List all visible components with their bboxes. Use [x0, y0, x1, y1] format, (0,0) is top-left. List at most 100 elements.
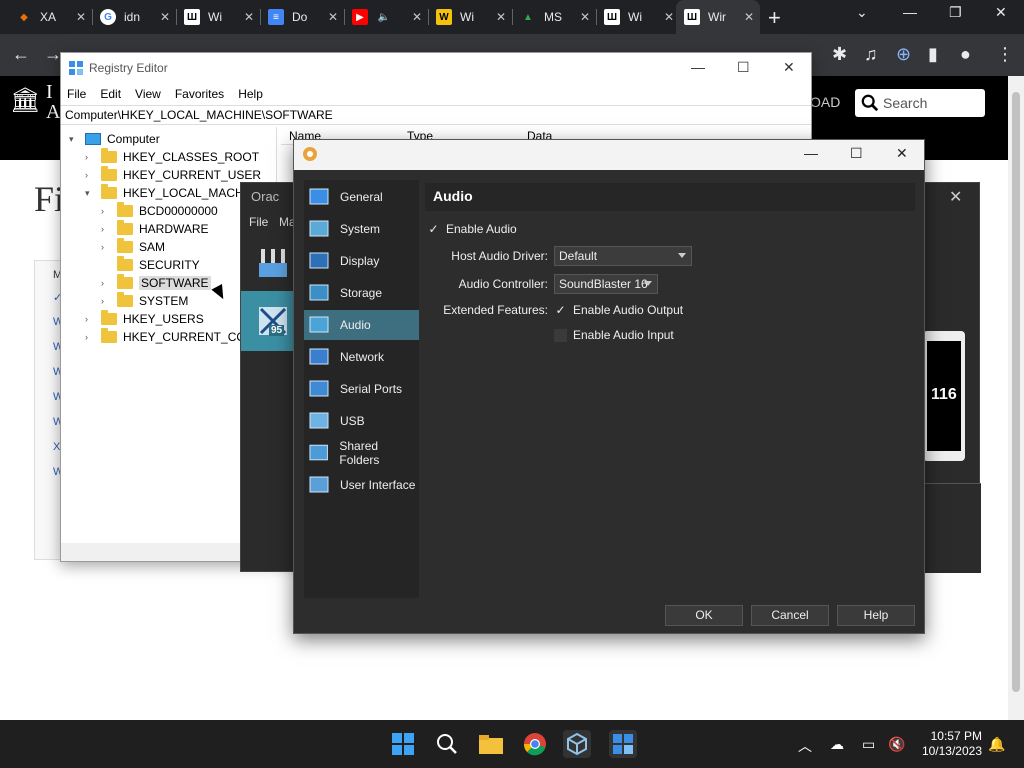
- display-icon[interactable]: ▭: [862, 736, 875, 753]
- browser-tab[interactable]: G idn ✕: [92, 0, 177, 34]
- chevron-right-icon[interactable]: ›: [101, 296, 113, 306]
- file-explorer-button[interactable]: [477, 730, 505, 758]
- maximize-button[interactable]: ☐: [737, 59, 750, 76]
- close-icon[interactable]: ✕: [76, 10, 86, 24]
- browser-tab[interactable]: ▲ MS ✕: [512, 0, 597, 34]
- download-icon[interactable]: ⊕: [896, 44, 911, 65]
- close-icon[interactable]: ✕: [496, 10, 506, 24]
- enable-audio-output-checkbox[interactable]: ✓ Enable Audio Output: [554, 303, 683, 317]
- settings-nav-audio[interactable]: Audio: [304, 310, 419, 340]
- tree-node[interactable]: ▾ HKEY_LOCAL_MACHINE: [85, 184, 264, 202]
- minimize-button[interactable]: —: [903, 4, 917, 20]
- back-arrow-icon[interactable]: ←: [12, 44, 30, 65]
- browser-tab[interactable]: ◆ XA ✕: [8, 0, 93, 34]
- settings-nav-serial-ports[interactable]: Serial Ports: [304, 374, 419, 404]
- tree-node[interactable]: › SOFTWARE: [101, 274, 211, 292]
- close-button[interactable]: ✕: [949, 187, 962, 207]
- chevron-right-icon[interactable]: ›: [85, 332, 97, 342]
- restore-button[interactable]: ❐: [949, 4, 962, 21]
- host-audio-driver-select[interactable]: Default: [554, 246, 692, 266]
- chevron-right-icon[interactable]: ›: [101, 242, 113, 252]
- close-icon[interactable]: ✕: [160, 10, 170, 24]
- virtualbox-button[interactable]: [563, 730, 591, 758]
- vm-list-item[interactable]: 95: [241, 291, 297, 351]
- tree-node[interactable]: ▾ Computer: [69, 130, 160, 148]
- tree-node[interactable]: › SAM: [101, 238, 165, 256]
- cancel-button[interactable]: Cancel: [751, 605, 829, 626]
- chevron-down-icon[interactable]: ▾: [69, 134, 81, 145]
- taskbar-search-button[interactable]: [433, 730, 461, 758]
- settings-nav-general[interactable]: General: [304, 182, 419, 212]
- settings-nav-display[interactable]: Display: [304, 246, 419, 276]
- close-window-button[interactable]: ✕: [995, 4, 1007, 21]
- browser-tab[interactable]: ≡ Do ✕: [260, 0, 345, 34]
- settings-nav-shared-folders[interactable]: Shared Folders: [304, 438, 419, 468]
- tools-icon[interactable]: [255, 245, 291, 281]
- show-hidden-icons-chevron-icon[interactable]: ︿: [798, 736, 812, 756]
- chevron-down-icon[interactable]: ▾: [85, 188, 97, 199]
- menu-dots-icon[interactable]: ⋮: [996, 44, 1014, 65]
- enable-audio-checkbox[interactable]: ✓ Enable Audio: [427, 222, 516, 236]
- menu-file[interactable]: File: [67, 87, 86, 101]
- page-scrollbar[interactable]: [1008, 76, 1024, 720]
- close-icon[interactable]: ✕: [328, 10, 338, 24]
- system-clock[interactable]: 10:57 PM 10/13/2023: [912, 729, 982, 759]
- help-button[interactable]: Help: [837, 605, 915, 626]
- notification-bell-icon[interactable]: 🔔: [988, 736, 1005, 753]
- maximize-button[interactable]: ☐: [850, 145, 863, 162]
- checkbox-checked[interactable]: ✓: [554, 303, 567, 317]
- menu-favorites[interactable]: Favorites: [175, 87, 224, 101]
- site-search-box[interactable]: Search: [855, 89, 985, 117]
- tree-node[interactable]: SECURITY: [101, 256, 200, 274]
- media-control-icon[interactable]: ♫: [864, 44, 878, 65]
- network-volume-icon[interactable]: 🔇: [888, 736, 905, 753]
- tree-node[interactable]: › BCD00000000: [101, 202, 218, 220]
- tree-node[interactable]: › HKEY_CLASSES_ROOT: [85, 148, 259, 166]
- settings-nav-storage[interactable]: Storage: [304, 278, 419, 308]
- browser-tab[interactable]: Ш Wi ✕: [176, 0, 261, 34]
- browser-tab[interactable]: W Wi ✕: [428, 0, 513, 34]
- settings-nav-user-interface[interactable]: User Interface: [304, 470, 419, 500]
- checkbox-checked[interactable]: ✓: [427, 222, 440, 236]
- chevron-right-icon[interactable]: ›: [85, 314, 97, 324]
- profile-icon[interactable]: ●: [960, 44, 971, 65]
- menu-view[interactable]: View: [135, 87, 161, 101]
- extensions-icon[interactable]: ✱: [832, 44, 847, 65]
- tree-node[interactable]: › HKEY_USERS: [85, 310, 204, 328]
- minimize-button[interactable]: —: [804, 145, 818, 161]
- enable-audio-input-checkbox[interactable]: Enable Audio Input: [554, 328, 674, 342]
- close-icon[interactable]: ✕: [412, 10, 422, 24]
- checkbox-unchecked[interactable]: [554, 328, 567, 342]
- registry-editor-button[interactable]: [609, 730, 637, 758]
- chevron-right-icon[interactable]: ›: [101, 224, 113, 234]
- close-icon[interactable]: ✕: [244, 10, 254, 24]
- chevron-right-icon[interactable]: ›: [101, 278, 113, 288]
- browser-tab[interactable]: ▶ 🔈 ✕: [344, 0, 429, 34]
- address-bar[interactable]: Computer\HKEY_LOCAL_MACHINE\SOFTWARE: [61, 105, 811, 125]
- ok-button[interactable]: OK: [665, 605, 743, 626]
- chevron-right-icon[interactable]: ›: [101, 206, 113, 216]
- browser-tab[interactable]: Ш Wi ✕: [596, 0, 681, 34]
- settings-nav-system[interactable]: System: [304, 214, 419, 244]
- vbox-menu-file[interactable]: File: [249, 215, 268, 229]
- upload-link[interactable]: OAD: [810, 94, 840, 110]
- settings-nav-usb[interactable]: USB: [304, 406, 419, 436]
- start-button[interactable]: [389, 730, 417, 758]
- close-icon[interactable]: ✕: [664, 10, 674, 24]
- minimize-button[interactable]: —: [691, 59, 705, 75]
- settings-nav-network[interactable]: Network: [304, 342, 419, 372]
- close-button[interactable]: ✕: [896, 145, 908, 162]
- onedrive-icon[interactable]: ☁: [830, 736, 844, 753]
- tree-node[interactable]: › SYSTEM: [101, 292, 188, 310]
- side-panel-icon[interactable]: ▮: [928, 44, 938, 65]
- new-tab-button[interactable]: +: [768, 5, 781, 31]
- menu-edit[interactable]: Edit: [100, 87, 121, 101]
- tree-node[interactable]: › HARDWARE: [101, 220, 209, 238]
- chevron-down-icon[interactable]: ⌄: [856, 4, 868, 21]
- dialog-titlebar[interactable]: — ☐ ✕: [294, 140, 924, 170]
- chevron-right-icon[interactable]: ›: [85, 152, 97, 162]
- close-icon[interactable]: ✕: [580, 10, 590, 24]
- chevron-right-icon[interactable]: ›: [85, 170, 97, 180]
- chrome-button[interactable]: [521, 730, 549, 758]
- close-button[interactable]: ✕: [783, 59, 795, 76]
